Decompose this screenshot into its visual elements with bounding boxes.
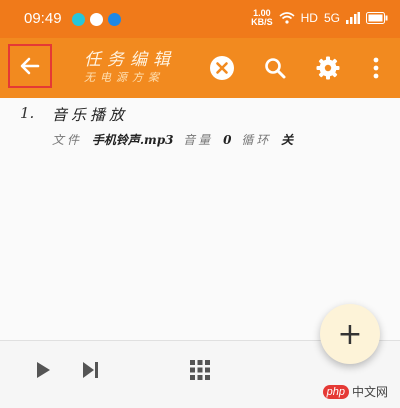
bluetooth-notification-icon — [108, 13, 121, 26]
file-value: 手机铃声.mp3 — [91, 133, 174, 147]
grid-menu-button[interactable] — [185, 355, 215, 385]
watermark: php 中文网 — [322, 383, 388, 400]
signal-type-label: 5G — [323, 11, 340, 25]
status-time: 09:49 — [24, 10, 62, 27]
settings-button[interactable] — [313, 53, 343, 83]
status-bar: 09:49 1.00 KB/S HD 5G — [0, 0, 400, 38]
page-title: 任务编辑 — [84, 50, 176, 70]
skip-next-button[interactable] — [76, 355, 106, 385]
add-task-button[interactable]: + — [320, 304, 380, 364]
battery-icon — [366, 12, 388, 24]
more-options-button[interactable] — [361, 53, 391, 83]
grid-icon — [190, 360, 210, 380]
task-number: 1. — [20, 104, 35, 122]
page-subtitle: 无电源方案 — [84, 71, 164, 84]
app-toolbar: 任务编辑 无电源方案 — [0, 38, 400, 98]
search-button[interactable] — [260, 53, 290, 83]
search-icon — [265, 58, 286, 79]
back-button[interactable] — [8, 44, 52, 88]
app-notification-icon — [72, 13, 85, 26]
play-button[interactable] — [28, 355, 58, 385]
watermark-text: 中文网 — [351, 385, 388, 399]
status-indicators: 1.00 KB/S HD 5G — [251, 9, 388, 27]
file-label: 文件 — [52, 133, 83, 147]
play-icon — [37, 362, 50, 378]
signal-icon — [346, 12, 360, 24]
clear-button[interactable] — [207, 53, 237, 83]
volume-label: 音量 — [183, 133, 214, 147]
network-type-label: HD — [300, 11, 318, 25]
skip-next-icon — [83, 362, 98, 378]
task-name: 音乐播放 — [52, 106, 129, 124]
settings-notification-icon — [90, 13, 103, 26]
watermark-logo: php — [322, 384, 349, 399]
close-circle-icon — [210, 56, 234, 80]
plus-icon: + — [337, 316, 363, 352]
task-details: 文件 手机铃声.mp3 音量 0 循环 关 — [52, 131, 299, 148]
loop-value: 关 — [281, 133, 294, 147]
more-vertical-icon — [373, 57, 379, 79]
volume-value: 0 — [223, 133, 232, 147]
net-speed: 1.00 KB/S — [251, 8, 273, 27]
wifi-icon — [279, 12, 295, 24]
loop-label: 循环 — [241, 133, 272, 147]
arrow-left-icon — [20, 57, 40, 75]
gear-icon — [316, 56, 340, 80]
